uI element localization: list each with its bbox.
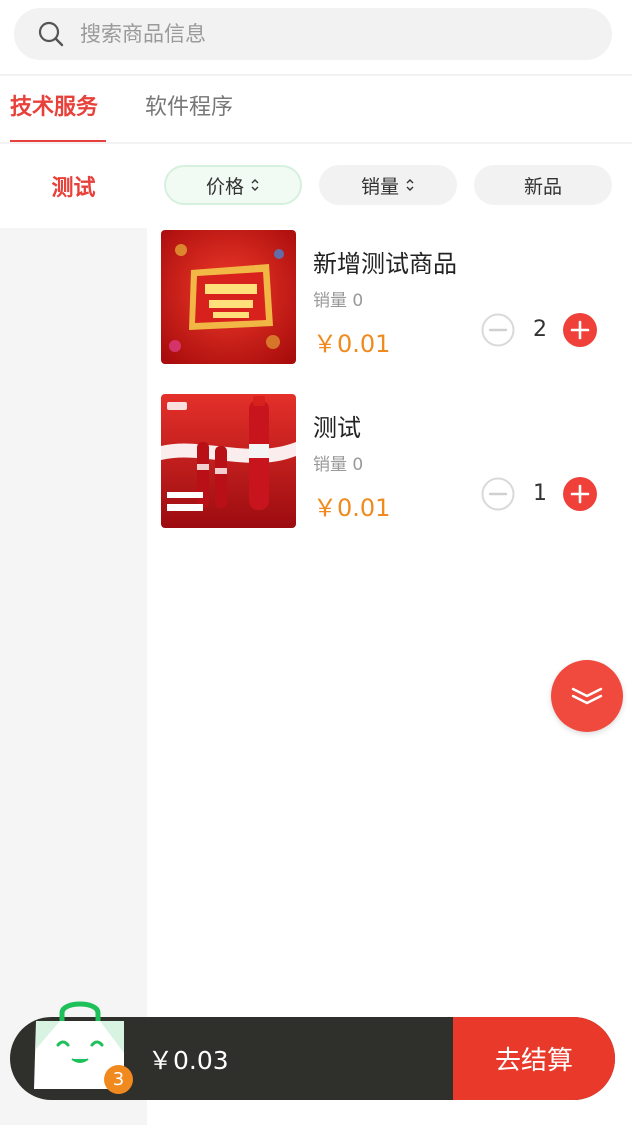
minus-circle-icon[interactable] xyxy=(481,477,515,511)
filter-new-label: 新品 xyxy=(523,175,562,198)
product-card[interactable]: 测试 销量 0 ￥0.01 1 xyxy=(161,394,621,530)
product-name: 测试 xyxy=(313,414,361,442)
minus-circle-icon[interactable] xyxy=(481,313,515,347)
quantity-value: 2 xyxy=(533,317,547,342)
product-sales: 销量 0 xyxy=(313,455,364,475)
product-price: ￥0.01 xyxy=(313,330,391,358)
product-sales: 销量 0 xyxy=(313,291,364,311)
product-name: 新增测试商品 xyxy=(313,250,457,278)
product-price: ￥0.01 xyxy=(313,494,391,522)
plus-circle-icon[interactable] xyxy=(563,477,597,511)
filter-price[interactable]: 价格 xyxy=(164,165,302,205)
subcategory-sidebar: 测试 xyxy=(0,144,147,1125)
sort-icon xyxy=(251,179,259,191)
product-image[interactable] xyxy=(161,230,296,364)
search-icon xyxy=(38,21,64,47)
scroll-toggle-button[interactable] xyxy=(551,660,623,732)
search-box[interactable] xyxy=(14,8,612,60)
filter-price-label: 价格 xyxy=(205,175,244,198)
cart-total: ￥0.03 xyxy=(148,1046,229,1075)
sort-icon xyxy=(406,179,414,191)
cart-count-badge: 3 xyxy=(104,1065,133,1094)
search-bar xyxy=(0,0,632,74)
plus-circle-icon[interactable] xyxy=(563,313,597,347)
quantity-value: 1 xyxy=(533,481,547,506)
product-image[interactable] xyxy=(161,394,296,528)
double-chevron-down-icon xyxy=(571,687,603,705)
tab-software-program[interactable]: 软件程序 xyxy=(145,92,233,132)
tab-tech-service[interactable]: 技术服务 xyxy=(10,92,98,132)
page: 技术服务 软件程序 测试 价格 销量 新品 xyxy=(0,0,632,1125)
category-tabs: 技术服务 软件程序 xyxy=(0,76,632,142)
sidebar-item-test[interactable]: 测试 xyxy=(0,144,147,228)
filter-sales[interactable]: 销量 xyxy=(319,165,457,205)
search-input[interactable] xyxy=(80,16,580,52)
product-card[interactable]: 新增测试商品 销量 0 ￥0.01 2 xyxy=(161,230,621,366)
filter-sales-label: 销量 xyxy=(360,175,399,198)
filter-new[interactable]: 新品 xyxy=(474,165,612,205)
checkout-button[interactable]: 去结算 xyxy=(453,1017,615,1100)
